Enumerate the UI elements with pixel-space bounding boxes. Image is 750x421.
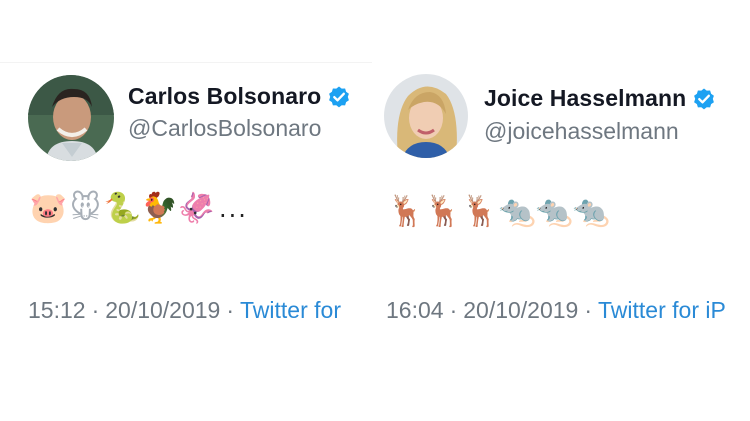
username-handle[interactable]: @joicehasselmann — [484, 118, 679, 145]
tweet-time[interactable]: 15:12 — [28, 297, 86, 323]
rat-icon: 🐀 — [572, 194, 611, 229]
tweet-meta: 15:12 · 20/10/2019 · Twitter for — [28, 297, 341, 324]
rooster-icon: 🐓 — [140, 191, 179, 226]
tweet-source-link[interactable]: Twitter for iP — [598, 297, 726, 323]
squid-icon: 🦑 — [177, 191, 216, 226]
deer-icon: 🦌 — [461, 194, 500, 229]
tweet-time[interactable]: 16:04 — [386, 297, 444, 323]
name-row: Joice Hasselmann — [484, 85, 716, 112]
mouse-face-icon: 🐭 — [69, 191, 102, 226]
tweet-card-carlos[interactable]: Carlos Bolsonaro @CarlosBolsonaro 🐷 🐭 🐍 … — [0, 62, 372, 328]
tweet-card-joice[interactable]: Joice Hasselmann @joicehasselmann 🦌 🦌 🦌 … — [372, 62, 750, 327]
display-name[interactable]: Carlos Bolsonaro — [128, 83, 321, 110]
avatar[interactable] — [384, 74, 468, 158]
tweet-meta: 16:04 · 20/10/2019 · Twitter for iP — [386, 297, 726, 324]
deer-icon: 🦌 — [424, 194, 463, 229]
tweet-date[interactable]: 20/10/2019 — [105, 297, 220, 323]
display-name[interactable]: Joice Hasselmann — [484, 85, 686, 112]
tweet-date[interactable]: 20/10/2019 — [463, 297, 578, 323]
avatar-photo-carlos — [28, 75, 114, 161]
verified-badge-icon — [692, 87, 716, 111]
rat-icon: 🐀 — [535, 194, 574, 229]
meta-separator: · — [91, 297, 100, 323]
meta-separator: · — [449, 297, 458, 323]
name-row: Carlos Bolsonaro — [128, 83, 351, 110]
deer-icon: 🦌 — [387, 194, 426, 229]
avatar-photo-joice — [384, 74, 468, 158]
username-handle[interactable]: @CarlosBolsonaro — [128, 115, 321, 142]
pig-face-icon: 🐷 — [29, 191, 68, 226]
tweet-source-link[interactable]: Twitter for — [240, 297, 341, 323]
snake-icon: 🐍 — [103, 191, 142, 226]
tweet-body: 🐷 🐭 🐍 🐓 🦑 ... — [30, 189, 248, 229]
avatar[interactable] — [28, 75, 114, 161]
verified-badge-icon — [327, 85, 351, 109]
truncation-ellipsis: ... — [219, 195, 248, 223]
white-rat-icon: 🐀 — [498, 194, 537, 229]
meta-separator: · — [584, 297, 593, 323]
tweet-body: 🦌 🦌 🦌 🐀 🐀 🐀 — [388, 192, 610, 232]
meta-separator: · — [226, 297, 235, 323]
